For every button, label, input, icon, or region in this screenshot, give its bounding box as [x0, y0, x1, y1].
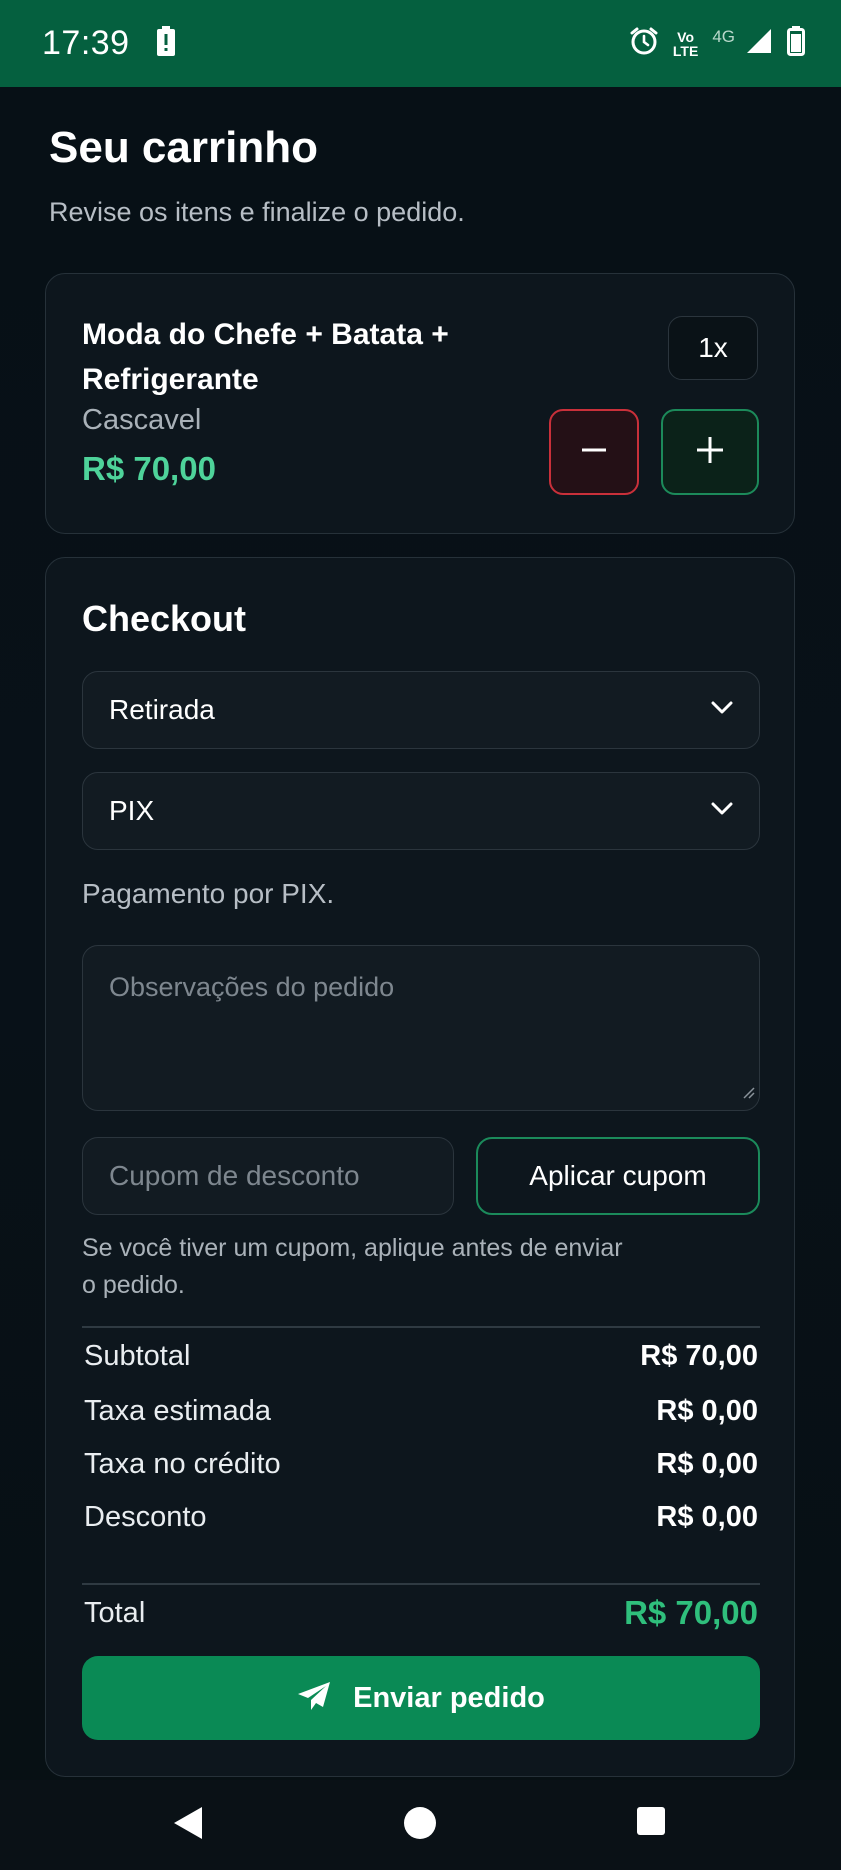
minus-icon: [581, 437, 607, 468]
checkout-title: Checkout: [82, 598, 247, 639]
signal-icon: [745, 27, 773, 60]
resize-handle-icon[interactable]: [741, 1075, 755, 1106]
system-nav-bar: [0, 1780, 841, 1870]
coupon-placeholder: Cupom de desconto: [109, 1160, 360, 1191]
summary-value: R$ 0,00: [656, 1395, 758, 1427]
total-value: R$ 70,00: [624, 1594, 758, 1631]
item-city: Cascavel: [82, 404, 202, 436]
order-notes-textarea[interactable]: Observações do pedido: [82, 945, 760, 1111]
apply-coupon-button[interactable]: Aplicar cupom: [476, 1137, 760, 1215]
divider: [82, 1326, 760, 1328]
battery-alert-icon: [156, 26, 176, 61]
back-icon[interactable]: [172, 1805, 204, 1846]
payment-method-value: PIX: [109, 795, 155, 826]
total-label: Total: [84, 1596, 146, 1629]
cart-item-card: Moda do Chefe + Batata + Refrigerante Ca…: [45, 273, 795, 534]
summary-value: R$ 70,00: [640, 1340, 758, 1372]
status-bar: 17:39 Vo LTE 4G: [0, 0, 841, 87]
cart-page: Seu carrinho Revise os itens e finalize …: [0, 87, 841, 1780]
paper-plane-icon: [297, 1681, 331, 1716]
order-notes-placeholder: Observações do pedido: [109, 972, 395, 1002]
delivery-method-select[interactable]: Retirada: [82, 671, 760, 749]
summary-value: R$ 0,00: [656, 1448, 758, 1480]
status-time: 17:39: [42, 24, 130, 62]
summary-row-credit-fee: Taxa no crédito R$ 0,00: [84, 1448, 758, 1481]
plus-icon: [696, 436, 724, 469]
summary-label: Taxa estimada: [84, 1395, 271, 1427]
decrease-quantity-button[interactable]: [549, 409, 639, 495]
item-quantity: 1x: [668, 316, 758, 380]
summary-label: Subtotal: [84, 1340, 191, 1372]
chevron-down-icon: [711, 701, 733, 720]
summary-row-total: Total R$ 70,00: [84, 1594, 758, 1632]
item-name: Moda do Chefe + Batata + Refrigerante: [82, 318, 449, 396]
divider: [82, 1583, 760, 1585]
send-order-label: Enviar pedido: [353, 1681, 545, 1714]
page-subtitle: Revise os itens e finalize o pedido.: [49, 197, 465, 227]
increase-quantity-button[interactable]: [661, 409, 759, 495]
payment-note: Pagamento por PIX.: [82, 878, 335, 909]
summary-row-discount: Desconto R$ 0,00: [84, 1501, 758, 1534]
battery-icon: [787, 26, 805, 61]
home-icon[interactable]: [402, 1805, 438, 1846]
payment-method-select[interactable]: PIX: [82, 772, 760, 850]
volte-line2: LTE: [672, 42, 699, 59]
summary-row-subtotal: Subtotal R$ 70,00: [84, 1340, 758, 1373]
volte-icon: Vo LTE: [673, 30, 698, 58]
summary-label: Desconto: [84, 1501, 207, 1533]
page-title: Seu carrinho: [49, 123, 318, 172]
summary-label: Taxa no crédito: [84, 1448, 281, 1480]
coupon-hint: Se você tiver um cupom, aplique antes de…: [82, 1234, 623, 1299]
send-order-button[interactable]: Enviar pedido: [82, 1656, 760, 1740]
coupon-input[interactable]: Cupom de desconto: [82, 1137, 454, 1215]
network-type: 4G: [712, 26, 735, 46]
chevron-down-icon: [711, 802, 733, 821]
recent-apps-icon[interactable]: [636, 1805, 666, 1842]
summary-value: R$ 0,00: [656, 1501, 758, 1533]
checkout-card: Checkout Retirada PIX Pagamento por PIX.…: [45, 557, 795, 1777]
delivery-method-value: Retirada: [109, 694, 215, 725]
summary-row-estimated-fee: Taxa estimada R$ 0,00: [84, 1395, 758, 1428]
volte-line1: Vo: [677, 28, 695, 45]
item-price: R$ 70,00: [82, 450, 216, 487]
alarm-icon: [629, 26, 659, 61]
